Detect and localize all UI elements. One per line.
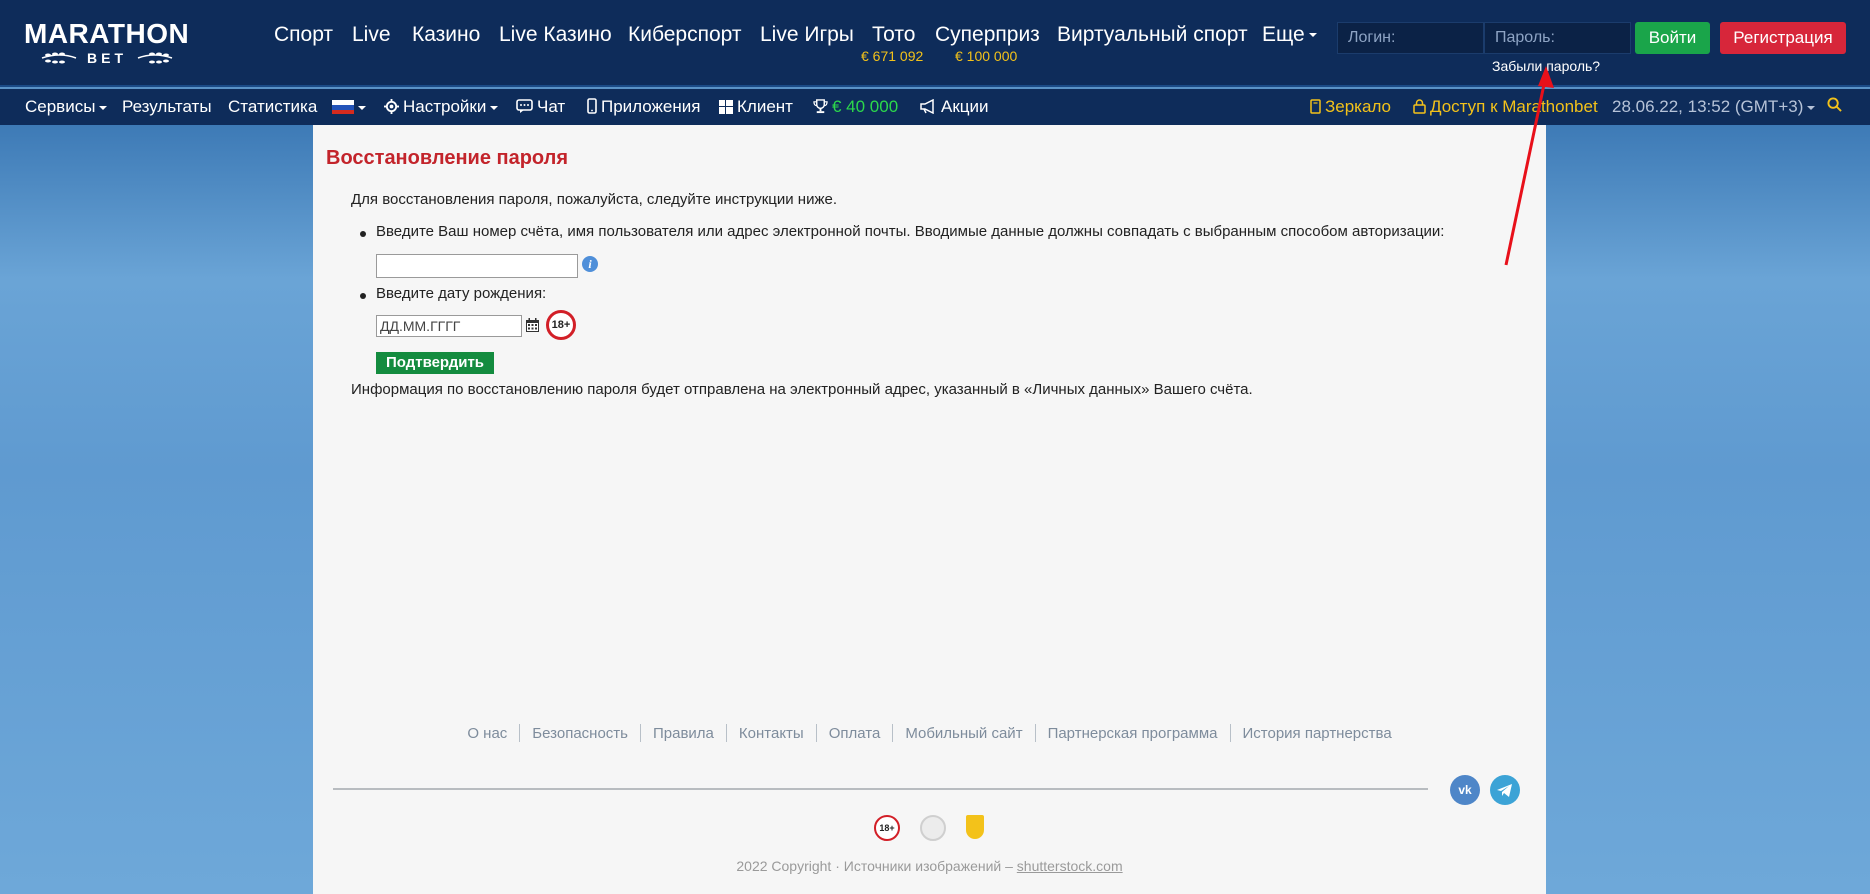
chevron-down-icon bbox=[358, 105, 366, 110]
footer-link-contacts[interactable]: Контакты bbox=[727, 725, 816, 742]
search-icon bbox=[1827, 97, 1842, 112]
login-field[interactable]: Логин: bbox=[1337, 22, 1484, 54]
info-icon[interactable]: i bbox=[582, 256, 598, 272]
subnav-mirror[interactable]: Зеркало bbox=[1310, 97, 1391, 117]
subnav-stats[interactable]: Статистика bbox=[228, 97, 317, 117]
nav-casino[interactable]: Казино bbox=[412, 22, 480, 48]
datetime-label: 28.06.22, 13:52 (GMT+3) bbox=[1612, 97, 1804, 116]
megaphone-icon bbox=[920, 99, 934, 114]
nav-live[interactable]: Live bbox=[352, 22, 391, 48]
gear-icon bbox=[384, 99, 399, 114]
superprize-amount: € 100 000 bbox=[955, 48, 1018, 64]
chevron-down-icon bbox=[1807, 105, 1816, 110]
subnav-jackpot[interactable]: € 40 000 bbox=[813, 97, 898, 117]
info-note: Информация по восстановлению пароля буде… bbox=[351, 381, 1253, 398]
subnav-client[interactable]: Клиент bbox=[719, 97, 793, 117]
logo-text: MARATHON bbox=[24, 18, 190, 49]
secondary-nav: Сервисы Результаты Статистика Настройки … bbox=[0, 89, 1870, 125]
laurel-icon bbox=[137, 52, 173, 64]
phone-icon bbox=[587, 98, 597, 114]
chevron-down-icon bbox=[1308, 33, 1317, 38]
page-title: Восстановление пароля bbox=[326, 147, 569, 169]
footer-divider bbox=[333, 788, 1428, 790]
search-button[interactable] bbox=[1827, 97, 1842, 117]
chevron-down-icon bbox=[490, 105, 499, 110]
footer-link-security[interactable]: Безопасность bbox=[520, 725, 640, 742]
nav-superprize[interactable]: Суперприз bbox=[935, 22, 1040, 48]
content-panel: Восстановление пароля Для восстановления… bbox=[313, 125, 1546, 894]
toto-jackpot: € 671 092 bbox=[861, 48, 924, 64]
step2-text: Введите дату рождения: bbox=[376, 285, 547, 302]
language-selector[interactable] bbox=[332, 97, 366, 117]
chevron-down-icon bbox=[99, 105, 108, 110]
vk-icon[interactable]: vk bbox=[1450, 775, 1480, 805]
nav-live-games[interactable]: Live Игры bbox=[760, 22, 854, 48]
login-button[interactable]: Войти bbox=[1635, 22, 1710, 54]
nav-esports[interactable]: Киберспорт bbox=[628, 22, 742, 48]
subnav-apps-label: Приложения bbox=[601, 97, 701, 116]
footer-link-affiliate[interactable]: Партнерская программа bbox=[1036, 725, 1230, 742]
age-restriction-badge: 18+ bbox=[546, 310, 576, 340]
nav-live-casino[interactable]: Live Казино bbox=[499, 22, 612, 48]
subnav-services-label: Сервисы bbox=[25, 97, 96, 116]
mirror-icon bbox=[1310, 99, 1321, 114]
license-crest-icon bbox=[966, 815, 984, 839]
lock-icon bbox=[1413, 99, 1426, 114]
bullet bbox=[360, 293, 366, 299]
responsible-gaming-icon bbox=[920, 815, 946, 841]
footer-link-partnership-history[interactable]: История партнерства bbox=[1231, 725, 1404, 742]
chat-icon bbox=[516, 99, 533, 113]
calendar-icon[interactable] bbox=[525, 318, 540, 333]
trophy-icon bbox=[813, 99, 828, 114]
subnav-services[interactable]: Сервисы bbox=[25, 97, 108, 117]
nav-sport[interactable]: Спорт bbox=[274, 22, 333, 48]
password-field[interactable]: Пароль: bbox=[1484, 22, 1631, 54]
marathonbet-logo[interactable]: MARATHON BET bbox=[24, 20, 190, 68]
stadium-background-left bbox=[0, 125, 313, 894]
subnav-promos[interactable]: Акции bbox=[920, 97, 989, 117]
account-field[interactable] bbox=[376, 254, 578, 278]
copyright: 2022 Copyright · Источники изображений –… bbox=[313, 858, 1546, 874]
nav-more[interactable]: Еще bbox=[1262, 22, 1317, 48]
footer-link-mobile[interactable]: Мобильный сайт bbox=[893, 725, 1034, 742]
subnav-results[interactable]: Результаты bbox=[122, 97, 212, 117]
footer-links: О нас Безопасность Правила Контакты Оплата Мо… bbox=[313, 724, 1546, 742]
stadium-background-right bbox=[1546, 125, 1870, 894]
forgot-password-link[interactable]: Забыли пароль? bbox=[1492, 58, 1600, 74]
subnav-access[interactable]: Доступ к Marathonbet bbox=[1413, 97, 1598, 117]
shutterstock-link[interactable]: shutterstock.com bbox=[1017, 858, 1123, 874]
footer-link-rules[interactable]: Правила bbox=[641, 725, 726, 742]
subnav-access-label: Доступ к Marathonbet bbox=[1430, 97, 1598, 116]
russia-flag-icon bbox=[332, 100, 354, 114]
intro-text: Для восстановления пароля, пожалуйста, с… bbox=[351, 191, 837, 208]
birthdate-field[interactable]: ДД.ММ.ГГГГ bbox=[376, 315, 522, 337]
timezone-selector[interactable]: 28.06.22, 13:52 (GMT+3) bbox=[1612, 97, 1816, 117]
telegram-plane-icon bbox=[1497, 784, 1512, 797]
footer-link-payment[interactable]: Оплата bbox=[817, 725, 893, 742]
register-button[interactable]: Регистрация bbox=[1720, 22, 1846, 54]
nav-more-label: Еще bbox=[1262, 23, 1305, 46]
nav-toto[interactable]: Тото bbox=[872, 22, 915, 48]
subnav-client-label: Клиент bbox=[737, 97, 793, 116]
footer-link-about[interactable]: О нас bbox=[455, 725, 519, 742]
windows-icon bbox=[719, 100, 733, 114]
top-header: MARATHON BET Спорт Live Казино Live Кази… bbox=[0, 0, 1870, 87]
subnav-promos-label: Акции bbox=[941, 97, 989, 116]
subnav-settings[interactable]: Настройки bbox=[384, 97, 499, 117]
subnav-chat-label: Чат bbox=[537, 97, 566, 116]
subnav-mirror-label: Зеркало bbox=[1325, 97, 1392, 116]
subnav-settings-label: Настройки bbox=[403, 97, 487, 116]
bullet bbox=[360, 231, 366, 237]
subnav-chat[interactable]: Чат bbox=[516, 97, 565, 117]
confirm-button[interactable]: Подтвердить bbox=[376, 352, 494, 374]
subnav-apps[interactable]: Приложения bbox=[587, 97, 700, 117]
step1-text: Введите Ваш номер счёта, имя пользовател… bbox=[376, 223, 1445, 240]
age-18-icon: 18+ bbox=[874, 815, 900, 841]
copyright-text: 2022 Copyright · Источники изображений – bbox=[736, 858, 1017, 874]
jackpot-amount: € 40 000 bbox=[832, 97, 899, 116]
telegram-icon[interactable] bbox=[1490, 775, 1520, 805]
nav-virtual-sport[interactable]: Виртуальный спорт bbox=[1057, 22, 1248, 48]
